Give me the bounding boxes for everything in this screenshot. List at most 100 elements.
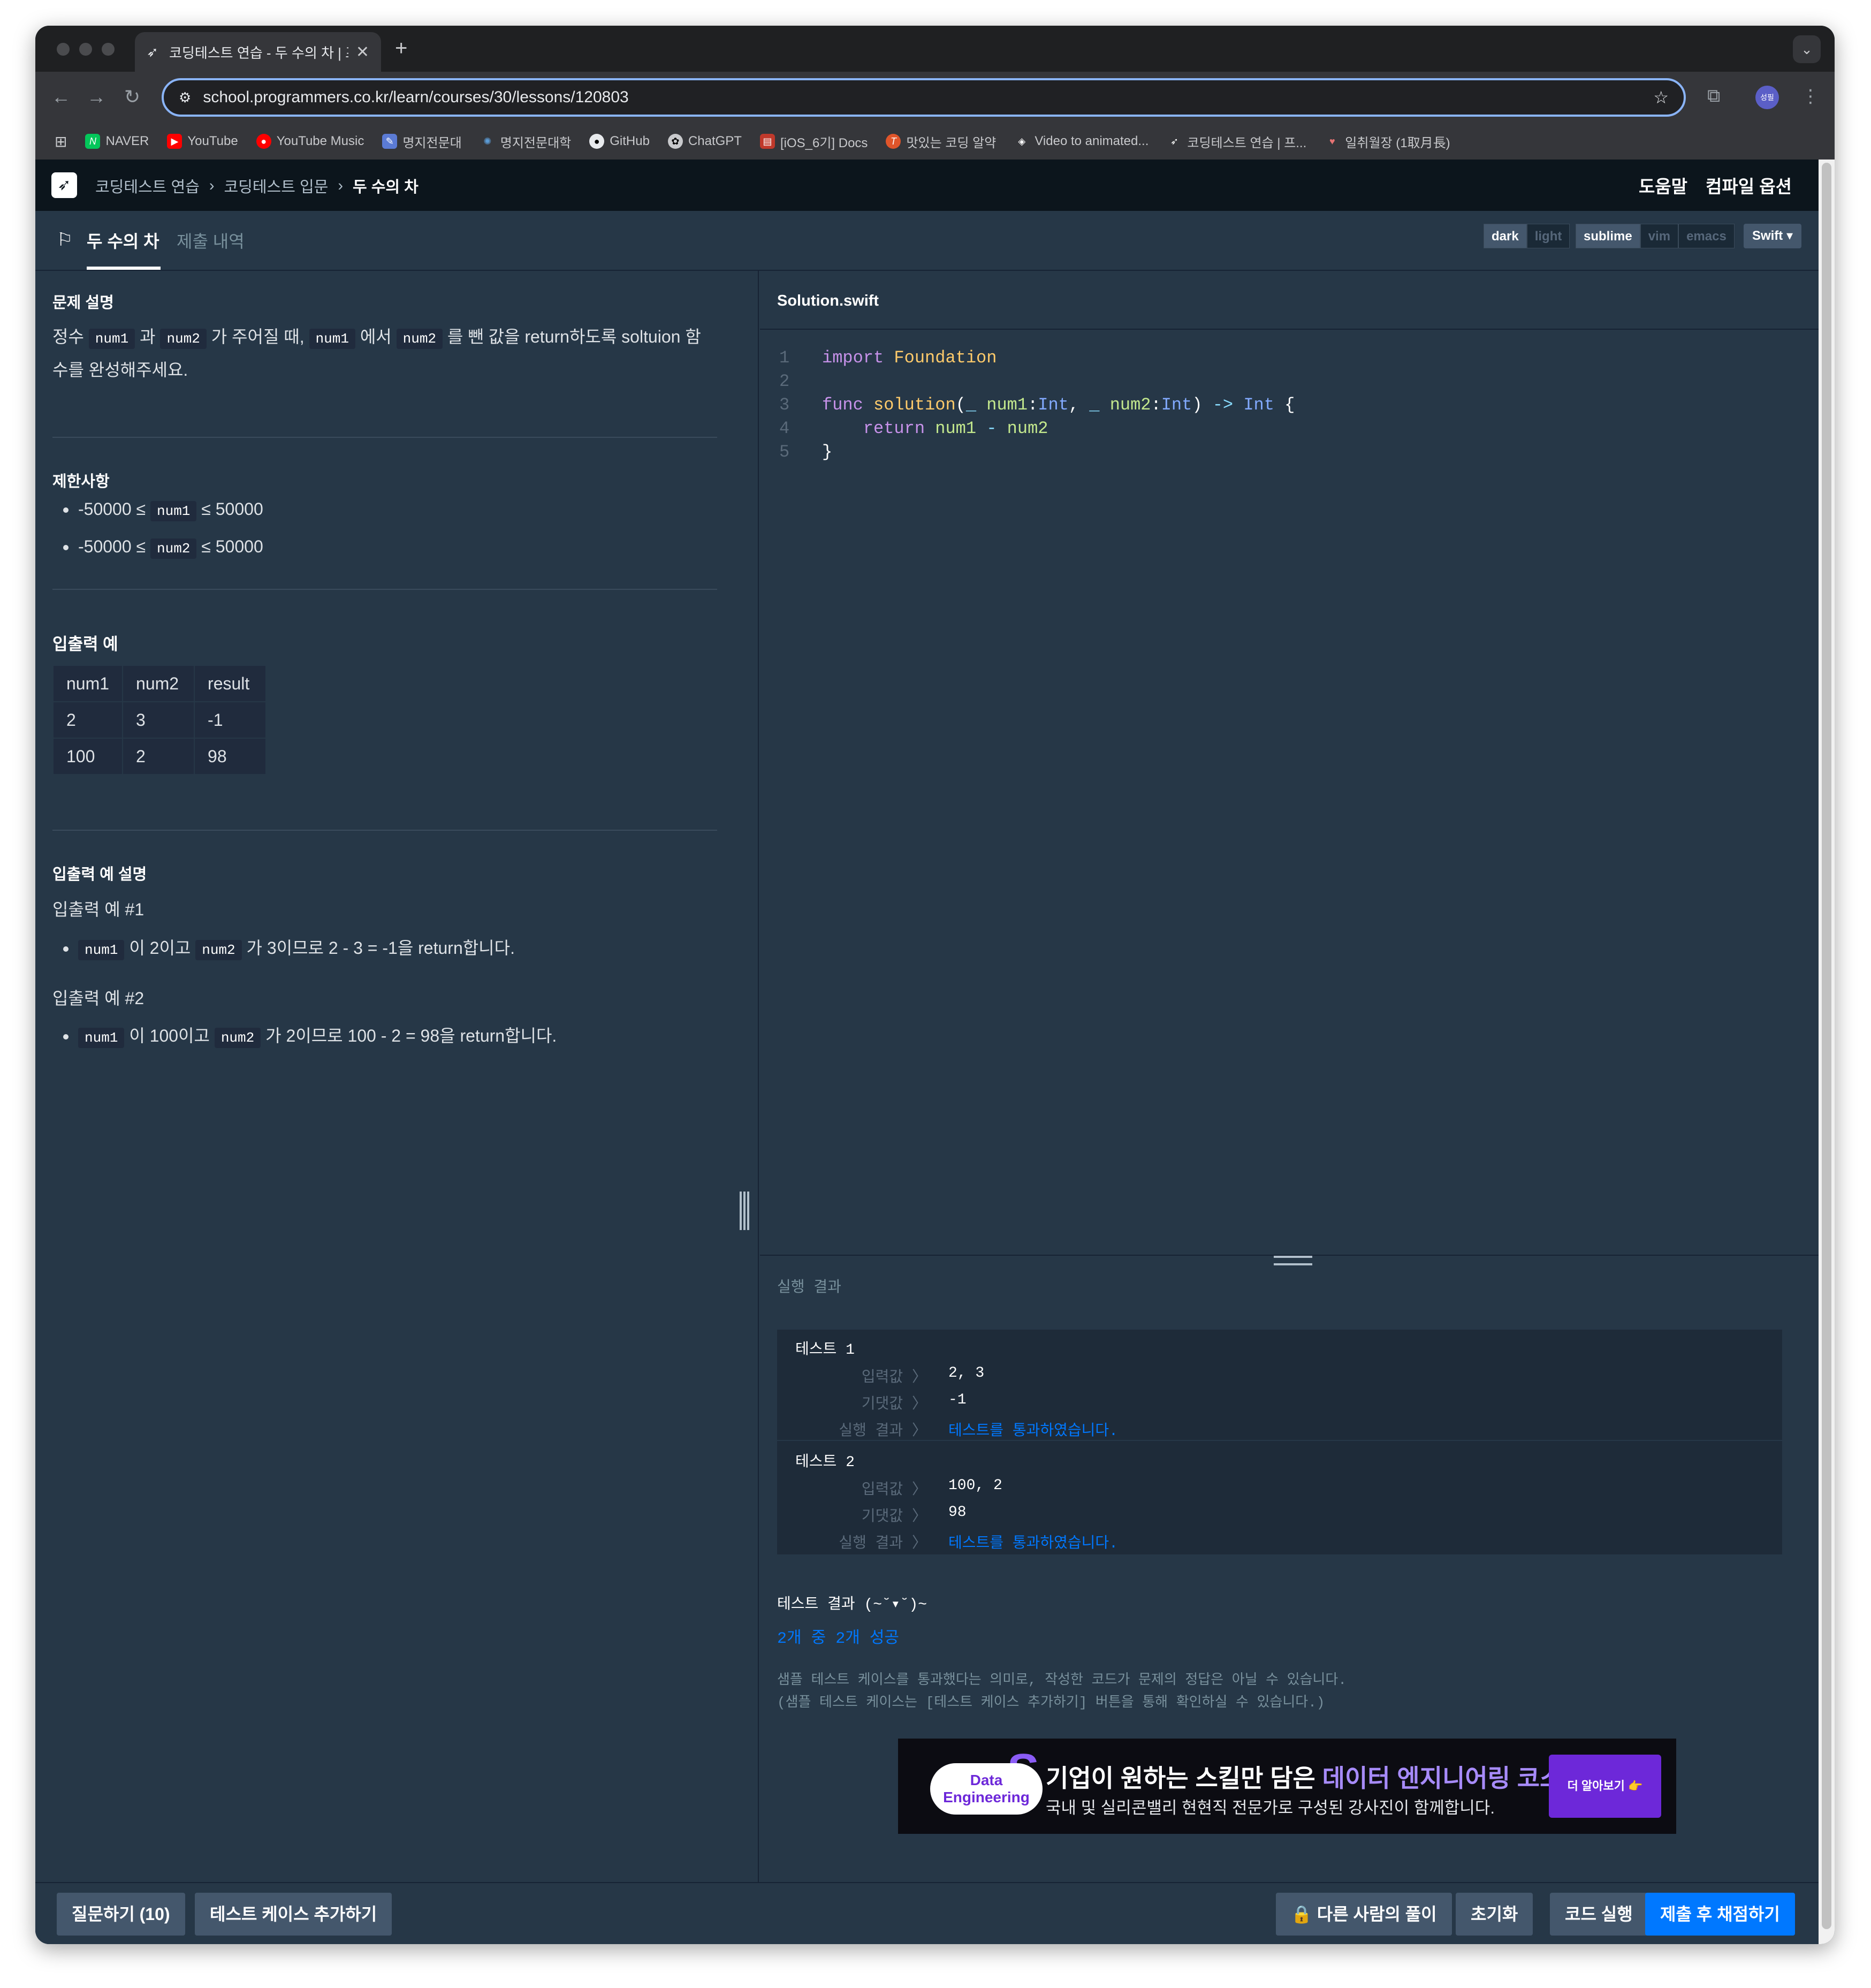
result-title: 실행 결과	[777, 1280, 841, 1296]
back-arrow-icon[interactable]: ←	[51, 86, 71, 108]
input-value: 100, 2	[948, 1477, 1002, 1494]
youtube-icon: ▶	[167, 134, 182, 149]
bookmarks-bar: ⊞ N NAVER ▶ YouTube ● YouTube Music ✎ 명지전문대 …	[35, 123, 1835, 160]
table-cell: 100	[52, 738, 124, 775]
breadcrumb-item[interactable]: 코딩테스트 입문	[224, 174, 329, 197]
gif-icon: ◈	[1018, 136, 1026, 147]
line-number: 4	[779, 419, 790, 438]
bookmark-chatgpt[interactable]: ✿ ChatGPT	[667, 134, 742, 149]
input-label: 입력값 〉	[861, 1370, 927, 1386]
run-code-button[interactable]: 코드 실행	[1550, 1893, 1648, 1936]
banner-cta-button[interactable]: 더 알아보기 👉	[1549, 1755, 1661, 1818]
test-name: 테스트 1	[795, 1342, 855, 1359]
extensions-icon[interactable]: ⧉	[1707, 86, 1720, 107]
summary-score: 2개 중 2개 성공	[777, 1630, 900, 1648]
bookmark-naver[interactable]: N NAVER	[85, 134, 149, 149]
submit-button[interactable]: 제출 후 채점하기	[1645, 1893, 1795, 1936]
table-cell: 3	[122, 701, 195, 739]
help-link[interactable]: 도움말	[1639, 172, 1687, 198]
bookmark-star-icon[interactable]: ☆	[1653, 87, 1669, 108]
list-item: num1 이 2이고 num2 가 3이므로 2 - 3 = -1을 retur…	[35, 930, 720, 968]
explain-title: 입출력 예 설명	[52, 866, 147, 883]
divider	[52, 830, 717, 831]
theme-dark-button[interactable]: dark	[1484, 224, 1527, 248]
compile-options-link[interactable]: 컴파일 옵션	[1706, 172, 1792, 198]
vertical-resize-handle[interactable]	[740, 1192, 749, 1230]
table-header-row: num1 num2 result	[52, 665, 267, 702]
page-scrollbar[interactable]	[1819, 160, 1835, 1944]
breadcrumb: 코딩테스트 연습 › 코딩테스트 입문 › 두 수의 차	[95, 174, 419, 197]
expected-label: 기댓값 〉	[861, 1397, 927, 1413]
scrollbar-thumb[interactable]	[1822, 163, 1831, 1929]
youtube-music-icon: ●	[256, 134, 271, 149]
browser-tab-active[interactable]: ➶ 코딩테스트 연습 - 두 수의 차 | 프로그래머스 ✕	[135, 32, 381, 72]
chevron-right-icon: ›	[338, 177, 343, 194]
apps-grid-icon[interactable]: ⊞	[55, 133, 67, 150]
site-settings-icon[interactable]: ⚙	[179, 89, 191, 106]
tab-search-button[interactable]: ⌄	[1793, 35, 1821, 63]
keymap-emacs-button[interactable]: emacs	[1678, 224, 1735, 248]
bookmark-mjc1[interactable]: ✎ 명지전문대	[382, 132, 462, 151]
example-1-title: 입출력 예 #1	[52, 900, 144, 919]
lesson-toolbar: ⚐ 두 수의 차 제출 내역 dark light sublime vim em…	[35, 211, 1819, 271]
tab-submissions[interactable]: 제출 내역	[177, 228, 245, 253]
bookmark-ios-docs[interactable]: ▤ [iOS_6기] Docs	[759, 132, 868, 151]
theme-light-button[interactable]: light	[1526, 224, 1570, 248]
expected-value: -1	[948, 1392, 967, 1408]
input-label: 입력값 〉	[861, 1482, 927, 1499]
bookmark-youtube-music[interactable]: ● YouTube Music	[256, 134, 364, 149]
profile-avatar[interactable]: 성필	[1755, 86, 1779, 109]
maximize-window-button[interactable]	[102, 43, 115, 56]
tab-problem[interactable]: 두 수의 차	[87, 228, 159, 253]
result-value: 테스트를 통과하였습니다.	[948, 1423, 1118, 1440]
reload-icon[interactable]: ↻	[124, 86, 140, 108]
keymap-vim-button[interactable]: vim	[1640, 224, 1679, 248]
bookmark-coding-test[interactable]: ➶ 코딩테스트 연습 | 프...	[1167, 132, 1306, 151]
table-header: result	[194, 665, 267, 702]
result-panel: 실행 결과 테스트 1 입력값 〉 2, 3 기댓값 〉 -1 실행 결과 〉 테스트…	[760, 1255, 1819, 1882]
constraints-list: -50000 ≤ num1 ≤ 50000 -50000 ≤ num2 ≤ 50…	[35, 491, 720, 566]
table-row: 2 3 -1	[52, 701, 267, 739]
forward-arrow-icon[interactable]: →	[87, 86, 106, 108]
active-tab-underline	[87, 267, 161, 270]
code-line: import Foundation	[822, 348, 997, 368]
result-note: 샘플 테스트 케이스를 통과했다는 의미로, 작성한 코드가 문제의 정답은 아…	[777, 1672, 1347, 1711]
io-table: num1 num2 result 2 3 -1 100 2 98	[52, 665, 267, 775]
url-text: school.programmers.co.kr/learn/courses/3…	[203, 88, 629, 106]
ask-question-button[interactable]: 질문하기 (10)	[57, 1893, 185, 1936]
line-number: 5	[779, 442, 790, 462]
programmers-favicon-icon: ➶	[147, 44, 158, 60]
ad-banner[interactable]: S Data Engineering 기업이 원하는 스킬만 담은 데이터 엔지…	[898, 1739, 1676, 1834]
language-select[interactable]: Swift ▾	[1743, 224, 1801, 248]
editor-panel: Solution.swift 1 2 3 4 5 import Foundati…	[760, 271, 1819, 1882]
bookmark-video-gif[interactable]: ◈ Video to animated...	[1014, 134, 1149, 149]
table-cell: 98	[194, 738, 267, 775]
table-cell: 2	[52, 701, 124, 739]
input-value: 2, 3	[948, 1365, 985, 1382]
close-tab-icon[interactable]: ✕	[356, 43, 369, 62]
new-tab-button[interactable]: +	[395, 36, 407, 60]
github-icon: ●	[589, 134, 605, 149]
browser-menu-icon[interactable]: ⋮	[1801, 86, 1820, 107]
minimize-window-button[interactable]	[79, 43, 92, 56]
test-name: 테스트 2	[795, 1454, 855, 1471]
add-test-case-button[interactable]: 테스트 케이스 추가하기	[195, 1893, 392, 1936]
note-icon: ✎	[382, 134, 398, 149]
keymap-sublime-button[interactable]: sublime	[1576, 224, 1640, 248]
breadcrumb-item[interactable]: 코딩테스트 연습	[95, 174, 200, 197]
reset-button[interactable]: 초기화	[1456, 1893, 1533, 1936]
other-solutions-button[interactable]: 🔒 다른 사람의 풀이	[1276, 1893, 1452, 1936]
table-header: num2	[122, 665, 195, 702]
bookmark-github[interactable]: ● GitHub	[589, 134, 650, 149]
code-editor[interactable]: 1 2 3 4 5 import Foundation func solutio…	[760, 329, 1819, 1245]
address-bar[interactable]: ⚙ school.programmers.co.kr/learn/courses…	[162, 78, 1686, 117]
close-window-button[interactable]	[57, 43, 70, 56]
problem-panel: 문제 설명 정수 num1 과 num2 가 주어질 때, num1 에서 nu…	[35, 271, 759, 1882]
bookmark-mjc2[interactable]: ✺ 명지전문대학	[480, 132, 571, 151]
bookmark-youtube[interactable]: ▶ YouTube	[167, 134, 238, 149]
bookmark-icon[interactable]: ⚐	[57, 229, 73, 250]
programmers-logo-icon[interactable]: ➶	[51, 172, 77, 198]
bookmark-ilchwi[interactable]: ♥ 일취월장 (1取月長)	[1325, 132, 1450, 151]
tab-strip: ➶ 코딩테스트 연습 - 두 수의 차 | 프로그래머스 ✕ + ⌄	[35, 26, 1835, 72]
bookmark-coding-pill[interactable]: T 맛있는 코딩 알약	[886, 132, 996, 151]
